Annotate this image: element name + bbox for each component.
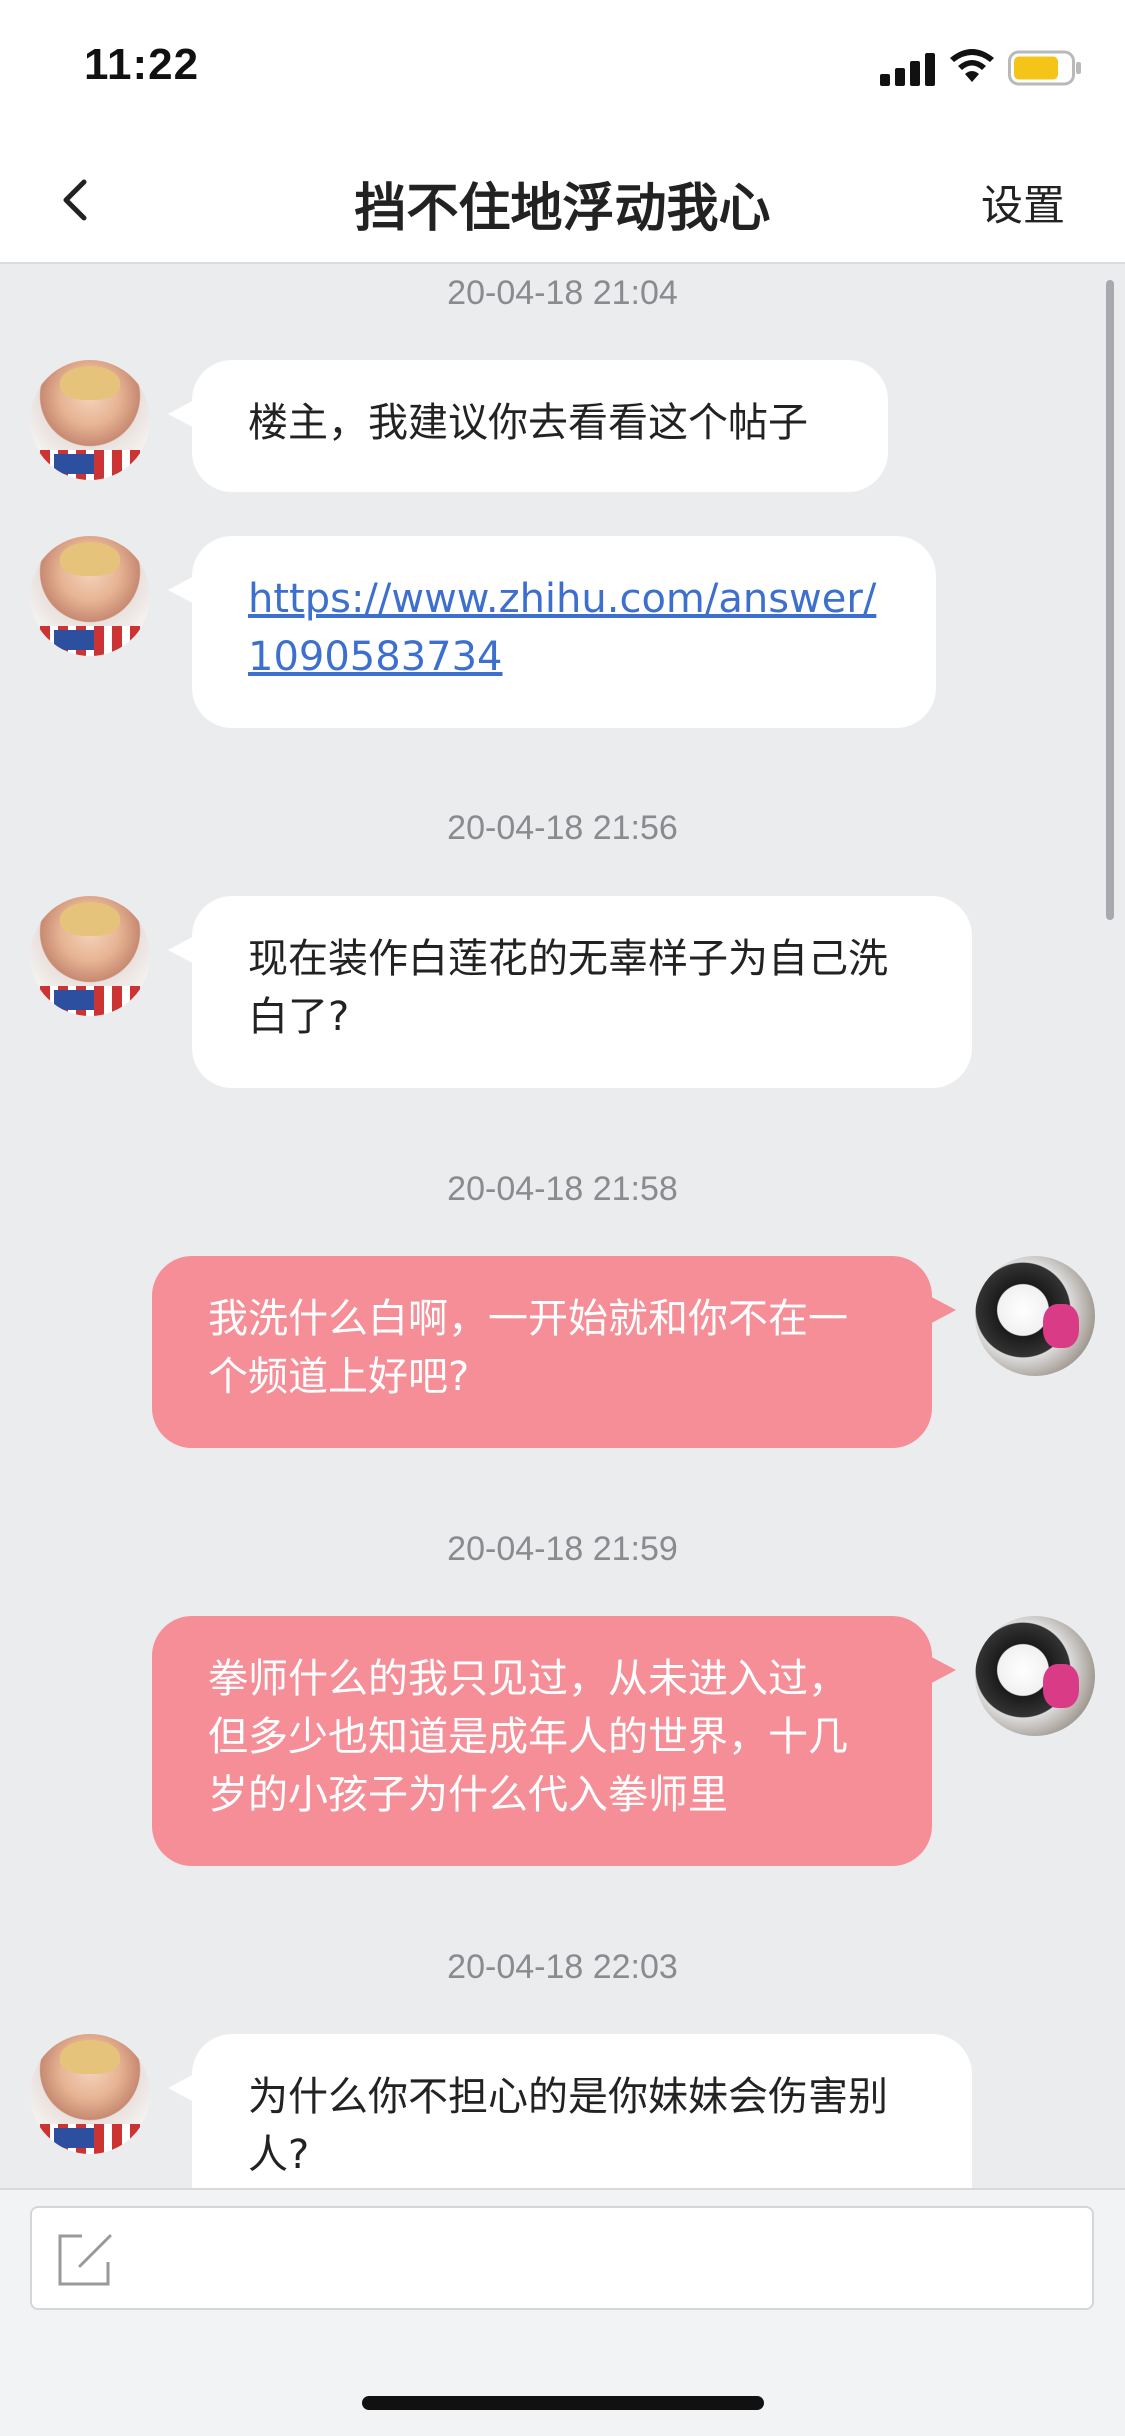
message-text-line: 但多少也知道是成年人的世界，十几 xyxy=(208,1714,848,1760)
timestamp: 20-04-18 21:58 xyxy=(447,1170,678,1208)
message-bubble[interactable]: https://www.zhihu.com/answer/ 1090583734 xyxy=(168,536,936,728)
chat-screen: 11:22 挡不住地浮动我心 设置 20-04-18 21:04 楼主，我建议你… xyxy=(0,0,1125,2436)
message-text-line: 拳师什么的我只见过，从未进入过， xyxy=(208,1656,848,1702)
status-bar: 11:22 xyxy=(0,0,1125,138)
message-link[interactable]: https://www.zhihu.com/answer/ xyxy=(248,576,876,622)
timestamp: 20-04-18 21:56 xyxy=(447,809,678,847)
message-text: 楼主，我建议你去看看这个帖子 xyxy=(248,400,808,446)
status-time: 11:22 xyxy=(84,40,200,89)
message-text-line: 我洗什么白啊，一开始就和你不在一 xyxy=(208,1296,848,1342)
message-bubble[interactable]: 为什么你不担心的是你妹妹会伤害别 人? xyxy=(168,2034,972,2188)
avatar[interactable] xyxy=(30,2034,150,2154)
message-text-line: 岁的小孩子为什么代入拳师里 xyxy=(208,1772,728,1818)
message-text-line: 个频道上好吧? xyxy=(208,1354,470,1400)
message-input[interactable] xyxy=(30,2206,1094,2310)
avatar[interactable] xyxy=(975,1616,1095,1736)
message-text-line: 为什么你不担心的是你妹妹会伤害别 xyxy=(248,2074,888,2120)
signal-icon xyxy=(880,52,936,86)
avatar[interactable] xyxy=(975,1256,1095,1376)
avatar[interactable] xyxy=(30,536,150,656)
message-bubble[interactable]: 现在装作白莲花的无辜样子为自己洗 白了? xyxy=(168,896,972,1088)
message-bubble[interactable]: 我洗什么白啊，一开始就和你不在一 个频道上好吧? xyxy=(152,1256,956,1448)
page-title: 挡不住地浮动我心 xyxy=(354,179,771,239)
back-button[interactable] xyxy=(40,162,110,238)
message-text-line: 白了? xyxy=(248,994,350,1040)
wifi-icon xyxy=(950,49,994,82)
message-text-line: 现在装作白莲花的无辜样子为自己洗 xyxy=(248,936,888,982)
compose-icon[interactable] xyxy=(52,2228,116,2292)
timestamp: 20-04-18 22:03 xyxy=(447,1948,678,1986)
avatar[interactable] xyxy=(30,360,150,480)
message-bubble[interactable]: 楼主，我建议你去看看这个帖子 xyxy=(168,360,888,492)
settings-button[interactable]: 设置 xyxy=(981,172,1065,233)
home-indicator xyxy=(362,2396,764,2410)
message-bubble[interactable]: 拳师什么的我只见过，从未进入过， 但多少也知道是成年人的世界，十几 岁的小孩子为… xyxy=(152,1616,956,1866)
nav-bar: 挡不住地浮动我心 设置 xyxy=(0,138,1125,264)
avatar[interactable] xyxy=(30,896,150,1016)
message-list[interactable]: 20-04-18 21:04 楼主，我建议你去看看这个帖子 https://ww… xyxy=(0,264,1125,2188)
message-text-line: 人? xyxy=(248,2132,310,2178)
message-link[interactable]: 1090583734 xyxy=(248,634,503,680)
timestamp: 20-04-18 21:59 xyxy=(447,1530,678,1568)
chevron-left-icon xyxy=(63,179,87,221)
timestamp: 20-04-18 21:04 xyxy=(447,274,678,312)
battery-icon xyxy=(1008,50,1081,86)
